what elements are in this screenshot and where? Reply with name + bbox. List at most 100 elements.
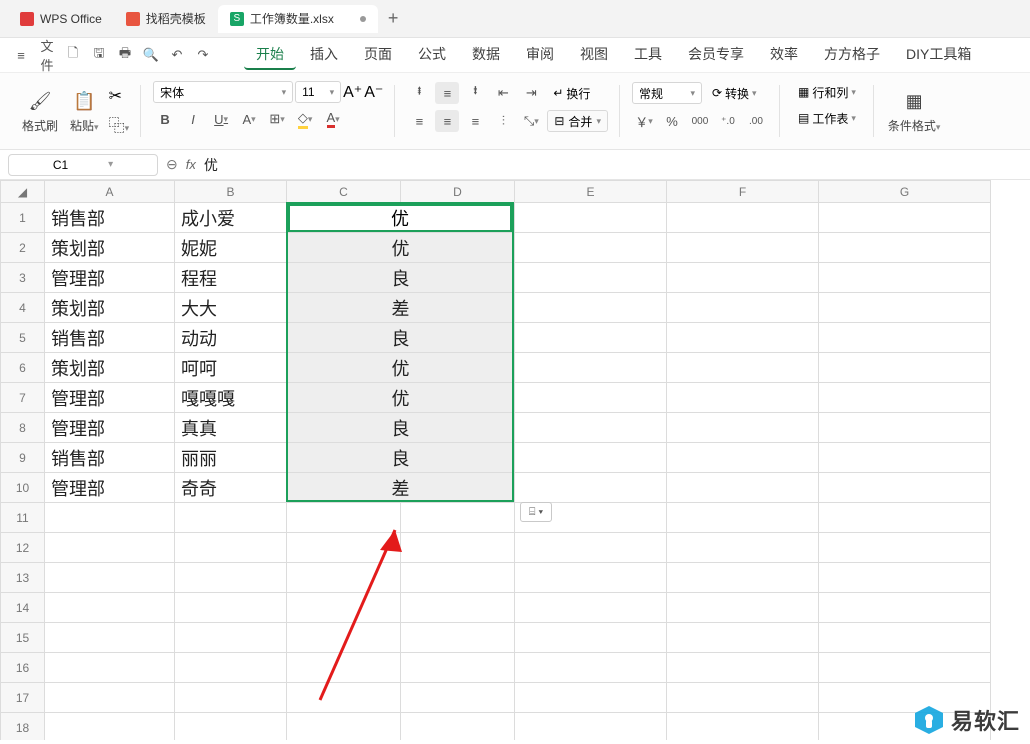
- cell-B15[interactable]: [175, 623, 287, 653]
- qa-save-icon[interactable]: 🖫: [88, 44, 110, 66]
- cell-G5[interactable]: [819, 323, 991, 353]
- cell-G10[interactable]: [819, 473, 991, 503]
- row-header-12[interactable]: 12: [1, 533, 45, 563]
- cell-E2[interactable]: [515, 233, 667, 263]
- cell-A9[interactable]: 销售部: [45, 443, 175, 473]
- col-header-B[interactable]: B: [175, 181, 287, 203]
- orientation-icon[interactable]: ⤡▾: [519, 110, 543, 132]
- cell-G1[interactable]: [819, 203, 991, 233]
- cell-F18[interactable]: [667, 713, 819, 741]
- cell-F14[interactable]: [667, 593, 819, 623]
- cell-D11[interactable]: [401, 503, 515, 533]
- cell-G8[interactable]: [819, 413, 991, 443]
- tab-app[interactable]: WPS Office: [8, 5, 114, 33]
- cell-G12[interactable]: [819, 533, 991, 563]
- row-header-4[interactable]: 4: [1, 293, 45, 323]
- cell-B4[interactable]: 大大: [175, 293, 287, 323]
- conditional-format-button[interactable]: ▦ 条件格式▾: [882, 79, 947, 143]
- increase-font-button[interactable]: A⁺: [343, 82, 362, 102]
- cell-E12[interactable]: [515, 533, 667, 563]
- tab-templates[interactable]: 找稻壳模板: [114, 5, 218, 33]
- cell-D14[interactable]: [401, 593, 515, 623]
- cell-E15[interactable]: [515, 623, 667, 653]
- cell-E16[interactable]: [515, 653, 667, 683]
- menu-tab-efficiency[interactable]: 效率: [758, 40, 810, 70]
- cell-C12[interactable]: [287, 533, 401, 563]
- cell-G9[interactable]: [819, 443, 991, 473]
- currency-button[interactable]: ￥▾: [632, 110, 656, 132]
- cell-B2[interactable]: 妮妮: [175, 233, 287, 263]
- cell-E9[interactable]: [515, 443, 667, 473]
- cell-D18[interactable]: [401, 713, 515, 741]
- cell-A1[interactable]: 销售部: [45, 203, 175, 233]
- format-painter-button[interactable]: 🖌 格式刷: [16, 79, 64, 143]
- copy-icon[interactable]: ⿻▾: [109, 112, 130, 136]
- hamburger-icon[interactable]: ≡: [10, 44, 32, 66]
- cell-D15[interactable]: [401, 623, 515, 653]
- cell-A10[interactable]: 管理部: [45, 473, 175, 503]
- cell-G14[interactable]: [819, 593, 991, 623]
- cell-F12[interactable]: [667, 533, 819, 563]
- tab-workbook[interactable]: S 工作簿数量.xlsx: [218, 5, 378, 33]
- cell-F9[interactable]: [667, 443, 819, 473]
- align-bottom-icon[interactable]: ⭽: [463, 82, 487, 104]
- cell-F5[interactable]: [667, 323, 819, 353]
- menu-tab-view[interactable]: 视图: [568, 40, 620, 70]
- col-header-G[interactable]: G: [819, 181, 991, 203]
- cell-F17[interactable]: [667, 683, 819, 713]
- cell-B17[interactable]: [175, 683, 287, 713]
- row-header-9[interactable]: 9: [1, 443, 45, 473]
- align-middle-icon[interactable]: ≡: [435, 82, 459, 104]
- cell-C13[interactable]: [287, 563, 401, 593]
- fx-icon[interactable]: fx: [186, 157, 196, 172]
- cell-A12[interactable]: [45, 533, 175, 563]
- cell-F4[interactable]: [667, 293, 819, 323]
- bold-button[interactable]: B: [153, 108, 177, 130]
- cell-C18[interactable]: [287, 713, 401, 741]
- row-header-15[interactable]: 15: [1, 623, 45, 653]
- cell-F8[interactable]: [667, 413, 819, 443]
- cell-F7[interactable]: [667, 383, 819, 413]
- cell-B3[interactable]: 程程: [175, 263, 287, 293]
- cell-A17[interactable]: [45, 683, 175, 713]
- cell-E1[interactable]: [515, 203, 667, 233]
- cell-CD10[interactable]: 差: [287, 473, 515, 503]
- cell-B8[interactable]: 真真: [175, 413, 287, 443]
- distribute-icon[interactable]: ⫶: [491, 110, 515, 132]
- cell-A16[interactable]: [45, 653, 175, 683]
- row-header-7[interactable]: 7: [1, 383, 45, 413]
- cell-F2[interactable]: [667, 233, 819, 263]
- cell-C11[interactable]: [287, 503, 401, 533]
- menu-tab-review[interactable]: 审阅: [514, 40, 566, 70]
- menu-tab-ffgz[interactable]: 方方格子: [812, 40, 892, 70]
- strikethrough-button[interactable]: A▾: [237, 108, 261, 130]
- cell-CD8[interactable]: 良: [287, 413, 515, 443]
- row-header-5[interactable]: 5: [1, 323, 45, 353]
- cell-C17[interactable]: [287, 683, 401, 713]
- qa-preview-icon[interactable]: 🔍: [140, 44, 162, 66]
- menu-tab-data[interactable]: 数据: [460, 40, 512, 70]
- row-header-14[interactable]: 14: [1, 593, 45, 623]
- cell-G4[interactable]: [819, 293, 991, 323]
- col-header-D[interactable]: D: [401, 181, 515, 203]
- cell-B5[interactable]: 动动: [175, 323, 287, 353]
- row-header-11[interactable]: 11: [1, 503, 45, 533]
- menu-tab-diy[interactable]: DIY工具箱: [894, 40, 983, 70]
- cut-icon[interactable]: ✂: [109, 86, 130, 106]
- cell-A15[interactable]: [45, 623, 175, 653]
- decimal-dec-button[interactable]: .00: [744, 110, 768, 132]
- cell-D12[interactable]: [401, 533, 515, 563]
- file-menu[interactable]: 文件: [36, 44, 58, 66]
- cell-B16[interactable]: [175, 653, 287, 683]
- cell-F13[interactable]: [667, 563, 819, 593]
- cell-C16[interactable]: [287, 653, 401, 683]
- cell-A6[interactable]: 策划部: [45, 353, 175, 383]
- col-header-C[interactable]: C: [287, 181, 401, 203]
- italic-button[interactable]: I: [181, 108, 205, 130]
- cell-G2[interactable]: [819, 233, 991, 263]
- menu-tab-insert[interactable]: 插入: [298, 40, 350, 70]
- qa-new-icon[interactable]: 🗋: [62, 44, 84, 66]
- tab-add[interactable]: +: [378, 5, 409, 33]
- menu-tab-start[interactable]: 开始: [244, 40, 296, 70]
- qa-undo-icon[interactable]: ↶: [166, 44, 188, 66]
